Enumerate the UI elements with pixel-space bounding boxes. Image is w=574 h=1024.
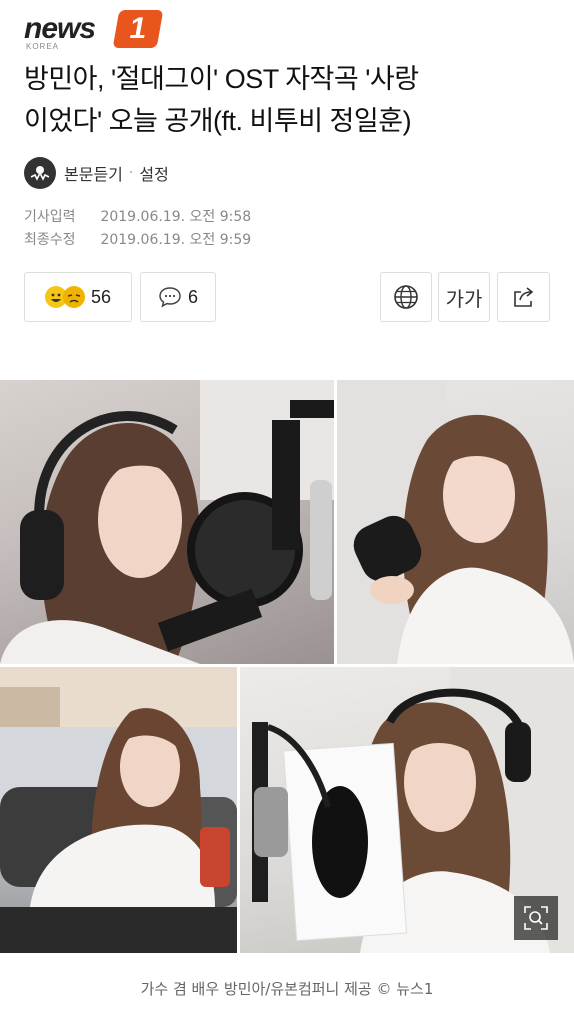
photo-sitting-studio[interactable] (0, 667, 237, 953)
sad-emoji-icon (62, 286, 85, 308)
zoom-icon (524, 906, 548, 930)
share-button[interactable] (497, 272, 550, 322)
separator-dot: · (128, 165, 134, 181)
share-icon (513, 287, 533, 307)
listen-audio-icon[interactable] (24, 157, 56, 189)
headline-line-1: 방민아, '절대그이' OST 자작곡 '사랑 (24, 64, 419, 94)
headline-line-2: 이었다' 오늘 공개(ft. 비투비 정일훈) (24, 106, 412, 136)
article-headline: 방민아, '절대그이' OST 자작곡 '사랑 이었다' 오늘 공개(ft. 비… (24, 58, 558, 142)
settings-link[interactable]: 설정 (139, 161, 168, 185)
photo-holding-headphones[interactable] (337, 380, 574, 664)
photo-caption: 가수 겸 배우 방민아/유본컴퍼니 제공 © 뉴스1 (140, 980, 434, 998)
font-size-label: 가가 (445, 288, 483, 311)
comment-count: 6 (187, 286, 198, 307)
image-zoom-button[interactable] (514, 896, 558, 940)
published-value: 2019.06.19. 오전 9:58 (100, 209, 252, 225)
published-date: 기사입력 2019.06.19. 오전 9:58 (24, 206, 251, 226)
logo-subtext: KOREA (26, 42, 60, 51)
listen-button[interactable]: 본문듣기 (64, 161, 123, 185)
reaction-count: 56 (90, 286, 112, 307)
listen-settings-row: 본문듣기 · 설정 (24, 156, 169, 190)
translate-button[interactable] (380, 272, 432, 322)
photo-recording-microphone[interactable] (0, 380, 334, 664)
published-label: 기사입력 (24, 209, 76, 225)
logo-text: news (24, 12, 96, 45)
logo-badge: 1 (112, 10, 164, 48)
news1-logo[interactable]: news 1 KOREA (24, 8, 164, 52)
modified-date: 최종수정 2019.06.19. 오전 9:59 (24, 229, 251, 249)
globe-icon (394, 285, 418, 309)
font-size-button[interactable]: 가가 (438, 272, 490, 322)
comment-button[interactable]: 6 (140, 272, 216, 322)
modified-label: 최종수정 (24, 232, 76, 248)
comment-bubble-icon (159, 287, 181, 308)
reaction-button[interactable]: 56 (24, 272, 132, 322)
modified-value: 2019.06.19. 오전 9:59 (100, 232, 252, 248)
